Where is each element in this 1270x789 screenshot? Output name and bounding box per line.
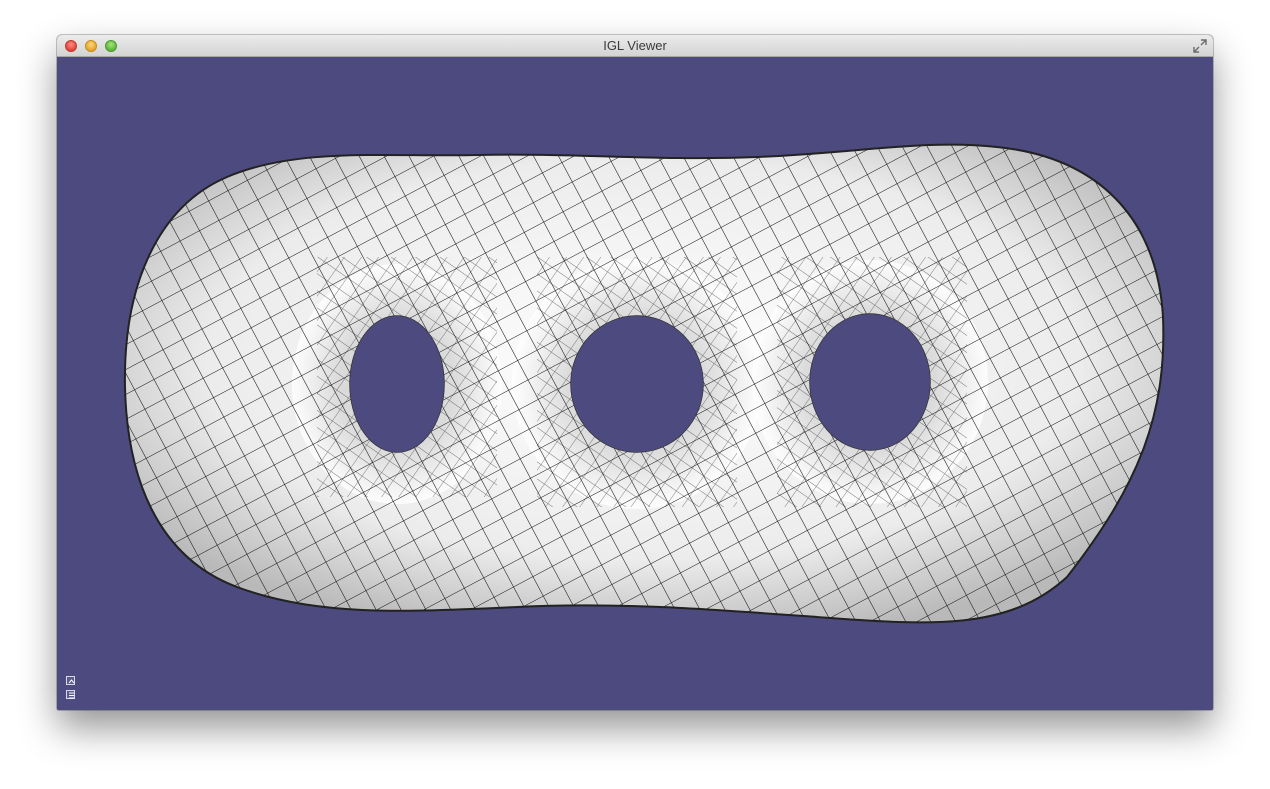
title-bar[interactable]: IGL Viewer <box>57 35 1213 57</box>
mesh-render[interactable] <box>57 57 1213 710</box>
settings-panel-button[interactable] <box>66 690 75 699</box>
expand-panel-button[interactable] <box>66 676 75 685</box>
app-window: IGL Viewer <box>57 35 1213 710</box>
settings-panel-icon <box>69 692 74 699</box>
3d-viewport[interactable] <box>57 57 1213 710</box>
window-title: IGL Viewer <box>603 38 667 53</box>
fullscreen-icon[interactable] <box>1193 39 1207 53</box>
expand-panel-icon <box>68 679 75 684</box>
